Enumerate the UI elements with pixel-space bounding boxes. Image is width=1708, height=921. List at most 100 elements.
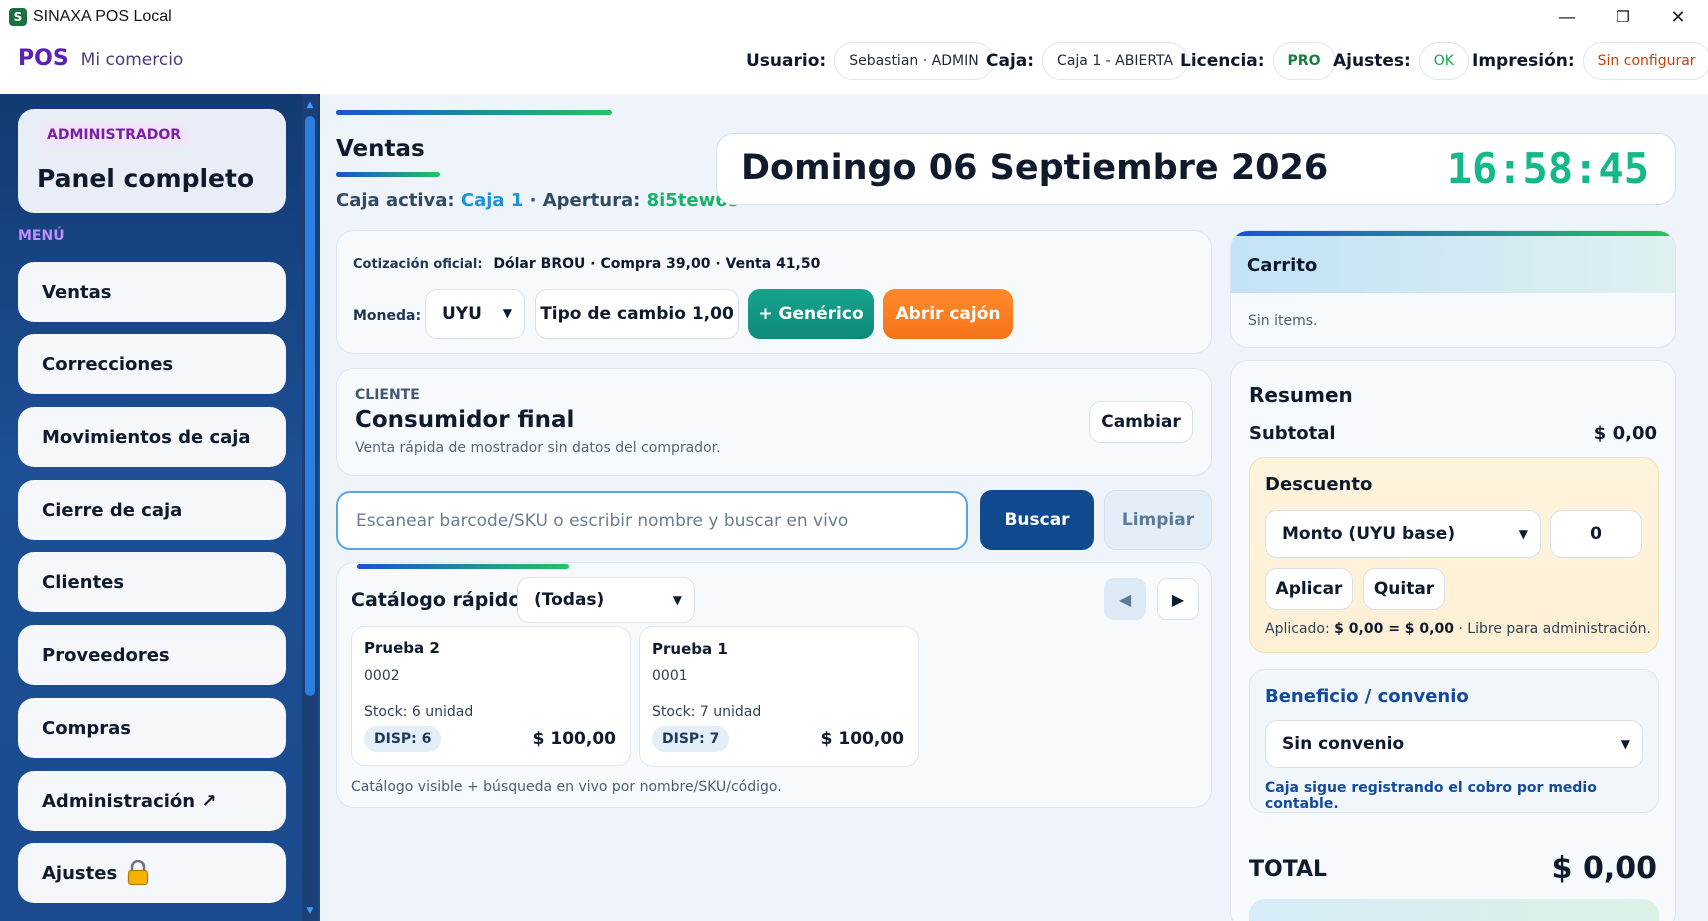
role-card: ADMINISTRADOR Panel completo	[18, 109, 286, 213]
cotizacion-label: Cotización oficial:	[353, 257, 483, 272]
sidebar-item-compras[interactable]: Compras	[18, 698, 286, 758]
benefit-note: Caja sigue registrando el cobro por medi…	[1265, 780, 1597, 812]
current-time: 16:58:45	[1446, 144, 1649, 193]
cotizacion-value: Dólar BROU · Compra 39,00 · Venta 41,50	[493, 256, 821, 272]
sidebar-item-label: Compras	[42, 717, 131, 739]
search-input[interactable]	[336, 491, 968, 550]
sidebar-item-label: Ventas	[42, 281, 112, 303]
tipo-cambio-field[interactable]: Tipo de cambio 1,00	[535, 289, 739, 339]
app-header: POS Mi comercio Usuario: Sebastian · ADM…	[0, 34, 1708, 94]
product-name: Prueba 1	[652, 640, 728, 658]
sidebar-item-administracion[interactable]: Administración ↗	[18, 771, 286, 831]
sidebar-item-cierre[interactable]: Cierre de caja	[18, 480, 286, 540]
cart-accent-bar	[1231, 231, 1675, 236]
limpiar-button[interactable]: Limpiar	[1104, 490, 1212, 550]
subtotal-label: Subtotal	[1249, 423, 1336, 444]
sidebar-item-proveedores[interactable]: Proveedores	[18, 625, 286, 685]
sidebar-item-clientes[interactable]: Clientes	[18, 552, 286, 612]
arrow-right-icon: ▶	[1171, 589, 1185, 609]
moneda-label: Moneda:	[353, 308, 422, 324]
discount-amount-input[interactable]: 0	[1550, 510, 1642, 558]
user-status: Usuario: Sebastian · ADMIN	[746, 42, 994, 80]
caja-activa-label: Caja activa:	[336, 190, 455, 211]
page-title: Ventas	[336, 136, 425, 162]
sidebar-item-correcciones[interactable]: Correcciones	[18, 334, 286, 394]
minimize-icon[interactable]: —	[1544, 0, 1590, 34]
quitar-discount-button[interactable]: Quitar	[1363, 568, 1445, 610]
discount-title: Descuento	[1265, 474, 1373, 495]
impresion-status: Impresión: Sin configurar	[1472, 42, 1708, 80]
product-stock: Stock: 6 unidad	[364, 704, 474, 720]
restore-icon[interactable]: ❐	[1600, 0, 1646, 34]
apertura-label: · Apertura:	[529, 190, 641, 211]
chevron-down-icon: ▼	[1518, 527, 1528, 541]
product-stock: Stock: 7 unidad	[652, 704, 762, 720]
sidebar-item-label: Clientes	[42, 571, 125, 593]
current-date: Domingo 06 Septiembre 2026	[741, 148, 1329, 188]
product-card[interactable]: Prueba 1 0001 Stock: 7 unidad DISP: 7 $ …	[639, 626, 919, 767]
sidebar-item-label: Movimientos de caja	[42, 426, 251, 448]
app-logo-icon: S	[9, 8, 27, 26]
applied-value: $ 0,00 = $ 0,00	[1334, 621, 1454, 637]
impresion-label: Impresión:	[1472, 51, 1575, 71]
total-value: $ 0,00	[1551, 851, 1657, 886]
summary-title: Resumen	[1249, 383, 1353, 407]
ajustes-label: Ajustes:	[1333, 51, 1411, 71]
summary-panel: Resumen Subtotal $ 0,00 Descuento Monto …	[1230, 360, 1676, 921]
role-title: Panel completo	[37, 164, 255, 193]
page-title-underline	[336, 172, 440, 177]
close-icon[interactable]: ✕	[1655, 0, 1701, 34]
moneda-select[interactable]: UYU ▼	[425, 289, 525, 339]
sidebar-item-movimientos[interactable]: Movimientos de caja	[18, 407, 286, 467]
sidebar-item-label: Cierre de caja	[42, 499, 183, 521]
benefit-title: Beneficio / convenio	[1265, 686, 1469, 707]
catalog-category-select[interactable]: (Todas) ▼	[517, 577, 695, 623]
abrir-cajon-button[interactable]: Abrir cajón	[883, 289, 1013, 339]
cambiar-cliente-button[interactable]: Cambiar	[1089, 401, 1193, 443]
sidebar-item-ajustes[interactable]: Ajustes	[18, 843, 286, 903]
page-accent-bar	[336, 110, 612, 115]
catalog-next-button[interactable]: ▶	[1157, 578, 1199, 620]
benefit-box: Beneficio / convenio Sin convenio ▼ Caja…	[1249, 669, 1659, 813]
product-availability-badge: DISP: 7	[652, 726, 730, 752]
product-card[interactable]: Prueba 2 0002 Stock: 6 unidad DISP: 6 $ …	[351, 626, 631, 766]
caja-activa-value: Caja 1	[460, 190, 524, 211]
chevron-down-icon: ▼	[502, 306, 512, 320]
aplicar-discount-button[interactable]: Aplicar	[1265, 568, 1353, 610]
sidebar-item-label: Ajustes	[42, 862, 118, 884]
arrow-left-icon: ◀	[1118, 589, 1132, 609]
catalog-title: Catálogo rápido	[351, 589, 522, 611]
sidebar-scroll-thumb[interactable]	[305, 116, 315, 696]
applied-label: Aplicado:	[1265, 621, 1330, 637]
lock-icon	[127, 859, 149, 886]
cliente-description: Venta rápida de mostrador sin datos del …	[355, 440, 721, 456]
role-badge: ADMINISTRADOR	[38, 123, 191, 147]
cart-panel: Carrito Sin items.	[1230, 230, 1676, 348]
catalog-prev-button[interactable]: ◀	[1104, 578, 1146, 620]
generico-button[interactable]: + Genérico	[748, 289, 874, 339]
applied-note: · Libre para administración.	[1458, 621, 1651, 637]
cliente-caption: CLIENTE	[355, 387, 420, 403]
sidebar-item-label: Correcciones	[42, 353, 174, 375]
brand-logo: POS	[18, 46, 69, 71]
window-title: SINAXA POS Local	[33, 8, 172, 25]
discount-type-select[interactable]: Monto (UYU base) ▼	[1265, 510, 1541, 558]
cart-title: Carrito	[1247, 255, 1318, 276]
scroll-down-icon[interactable]: ▼	[304, 906, 316, 916]
cliente-name: Consumidor final	[355, 407, 575, 433]
product-code: 0001	[652, 668, 688, 684]
window-titlebar: S SINAXA POS Local — ❐ ✕	[0, 0, 1708, 34]
sidebar-item-label: Proveedores	[42, 644, 170, 666]
discount-applied-line: Aplicado: $ 0,00 = $ 0,00 · Libre para a…	[1265, 621, 1651, 637]
caja-status: Caja: Caja 1 - ABIERTA	[986, 42, 1189, 80]
scroll-up-icon[interactable]: ▲	[304, 100, 316, 110]
buscar-button[interactable]: Buscar	[980, 490, 1094, 550]
checkout-strip	[1249, 899, 1659, 921]
benefit-select[interactable]: Sin convenio ▼	[1265, 720, 1643, 768]
cliente-card: CLIENTE Consumidor final Venta rápida de…	[336, 368, 1212, 476]
total-label: TOTAL	[1249, 857, 1328, 882]
product-price: $ 100,00	[820, 729, 904, 749]
product-name: Prueba 2	[364, 639, 440, 657]
sidebar-item-ventas[interactable]: Ventas	[18, 262, 286, 322]
ajustes-status: Ajustes: OK	[1333, 42, 1469, 80]
